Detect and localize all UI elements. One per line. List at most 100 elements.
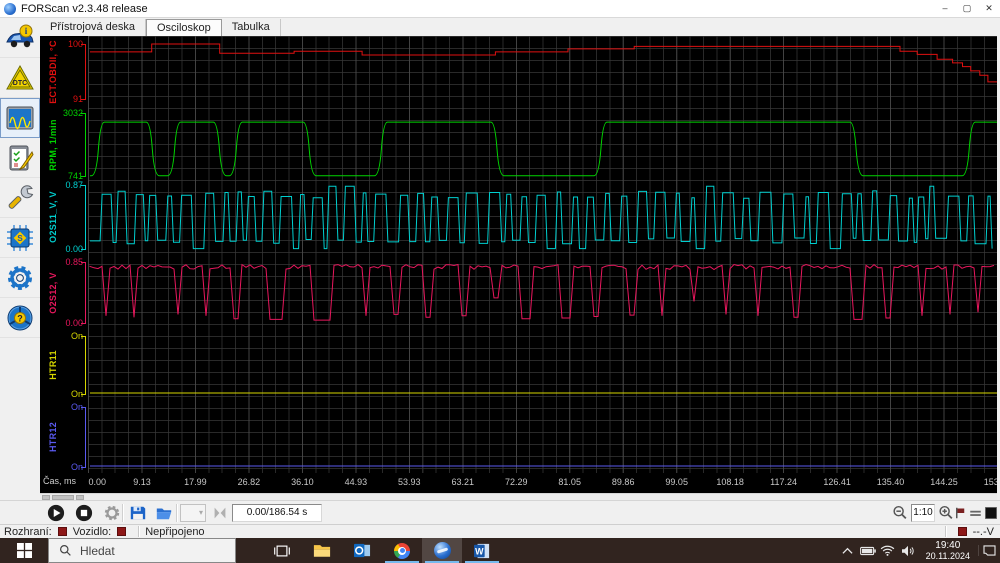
sidebar-vehicle-info-button[interactable]: i — [0, 18, 40, 58]
o2s11-max-label: 0.87 — [65, 180, 83, 190]
tray-clock[interactable]: 19:40 20.11.2024 — [918, 540, 978, 562]
sidebar-help-button[interactable]: ? — [0, 298, 40, 338]
service-icon — [8, 184, 34, 209]
x-axis-tick: 89.86 — [612, 477, 635, 487]
vehicle-label: Vozidlo: — [72, 525, 112, 538]
minimize-button[interactable]: – — [934, 0, 956, 17]
sidebar-programming-button[interactable]: S — [0, 218, 40, 258]
tray-time: 19:40 — [935, 539, 961, 551]
volume-icon[interactable] — [898, 545, 918, 557]
htr11-channel-label: HTR11 — [48, 350, 58, 380]
x-axis-tick: 126.41 — [823, 477, 851, 487]
clear-button[interactable] — [208, 503, 232, 523]
window-title: FORScan v2.3.48 release — [21, 2, 148, 15]
time-position-display: 0.00/186.54 s — [232, 504, 322, 522]
tray-date: 20.11.2024 — [925, 550, 970, 561]
taskbar-search[interactable]: Hledat — [48, 538, 236, 563]
tab-tabulka[interactable]: Tabulka — [222, 19, 281, 36]
x-axis-tick: 81.05 — [558, 477, 581, 487]
notification-center-button[interactable] — [978, 545, 1000, 556]
rpm-max-label: 3032 — [63, 108, 83, 118]
file-explorer-button[interactable] — [302, 538, 342, 563]
save-button[interactable] — [126, 503, 150, 523]
o2s12-max-label: 0.85 — [65, 257, 83, 267]
rpm-axis-bracket — [81, 113, 86, 177]
battery-icon[interactable] — [858, 546, 878, 556]
x-axis-tick: 153.18 — [984, 477, 997, 487]
forscan-icon — [433, 542, 451, 559]
tab-osciloskop[interactable]: Osciloskop — [145, 19, 222, 36]
grid-lines-button[interactable] — [968, 503, 983, 523]
ect-channel-label: ECT.OBDII, °C — [48, 39, 58, 104]
vehicle-status-indicator — [117, 527, 127, 536]
scope-scrollbar[interactable] — [40, 493, 997, 500]
x-axis-tick: 135.40 — [877, 477, 905, 487]
dtc-icon: DTC — [6, 64, 34, 89]
search-icon — [60, 545, 71, 556]
outlook-button[interactable] — [342, 538, 382, 563]
battery-status-indicator — [957, 527, 967, 536]
sidebar-tests-button[interactable] — [0, 138, 40, 178]
svg-text:?: ? — [17, 313, 23, 323]
maximize-button[interactable]: ▢ — [956, 0, 978, 17]
x-axis-tick: 108.18 — [716, 477, 744, 487]
svg-text:DTC: DTC — [13, 80, 27, 87]
o2s12-channel-label: O2S12, V — [48, 271, 58, 314]
tray-expand-button[interactable] — [838, 547, 858, 555]
search-placeholder: Hledat — [80, 543, 115, 558]
scope-toolbar: ▾ 0.00/186.54 s 1:10 — [0, 500, 1000, 524]
x-axis-tick: 0.00 — [89, 477, 107, 487]
background-color-button[interactable] — [983, 503, 999, 523]
record-settings-button[interactable] — [100, 503, 124, 523]
task-view-button[interactable] — [262, 538, 302, 563]
settings-icon — [8, 265, 32, 290]
sidebar-settings-button[interactable] — [0, 258, 40, 298]
open-button[interactable] — [152, 503, 176, 523]
ect-trace — [90, 43, 997, 83]
htr11-max-label: On — [71, 331, 83, 341]
vehicle-info-icon: i — [6, 24, 34, 47]
htr11-axis-bracket — [81, 336, 86, 395]
forscan-taskbar-button[interactable] — [422, 538, 462, 563]
oscilloscope-icon — [6, 106, 34, 130]
wifi-icon[interactable] — [878, 545, 898, 556]
tab-bar: Přístrojová deska Osciloskop Tabulka — [40, 18, 1000, 36]
rpm-trace — [90, 121, 997, 177]
sidebar-oscilloscope-button[interactable] — [0, 98, 40, 138]
ect-max-label: 100 — [68, 39, 83, 49]
title-bar: FORScan v2.3.48 release – ▢ ✕ — [0, 0, 1000, 18]
o2s12-axis-bracket — [81, 262, 86, 324]
svg-text:S: S — [17, 234, 23, 243]
zoom-out-button[interactable] — [888, 503, 912, 523]
oscilloscope-view[interactable]: 100 91 3032 741 0.87 0.00 0.85 0.00 On On On On 0.00… — [40, 36, 997, 493]
play-button[interactable] — [44, 503, 68, 523]
programming-icon: S — [7, 224, 33, 251]
tab-p-strojov-deska[interactable]: Přístrojová deska — [40, 19, 146, 36]
connection-status: Nepřipojeno — [145, 525, 205, 538]
start-button[interactable] — [0, 538, 48, 563]
x-axis-tick: 53.93 — [398, 477, 421, 487]
speed-dropdown[interactable]: ▾ — [180, 504, 206, 522]
ect-axis-bracket — [81, 44, 86, 100]
o2s11-trace — [90, 185, 993, 250]
htr11-min-label: On — [71, 389, 83, 399]
word-button[interactable]: W — [462, 538, 502, 563]
scope-traces: 1009130327410.870.000.850.00OnOnOnOn0.00… — [63, 39, 997, 487]
toolbar-separator — [122, 504, 123, 522]
sidebar-service-button[interactable] — [0, 178, 40, 218]
rpm-channel-label: RPM, 1/min — [48, 118, 58, 171]
sidebar-dtc-button[interactable]: DTC — [0, 58, 40, 98]
x-axis-tick: 117.24 — [770, 477, 797, 487]
htr12-min-label: On — [71, 462, 83, 472]
zoom-ratio-display: 1:10 — [911, 504, 935, 522]
x-axis-tick: 17.99 — [184, 477, 207, 487]
status-divider — [944, 526, 946, 537]
o2s12-trace — [89, 263, 995, 321]
chrome-icon — [394, 542, 410, 559]
marker-button[interactable] — [953, 503, 968, 523]
battery-voltage: --.-V — [972, 525, 994, 538]
chrome-button[interactable] — [382, 538, 422, 563]
x-axis-tick: 144.25 — [930, 477, 958, 487]
close-button[interactable]: ✕ — [978, 0, 1000, 17]
stop-button[interactable] — [72, 503, 96, 523]
